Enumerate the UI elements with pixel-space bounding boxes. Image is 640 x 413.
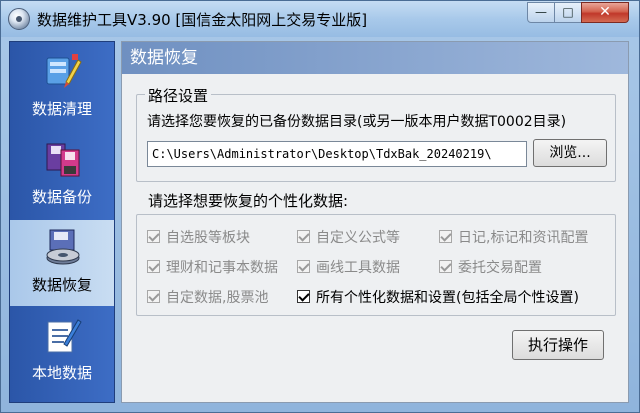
data-backup-icon — [46, 143, 80, 177]
path-hint-text: 请选择您要恢复的已备份数据目录(或另一版本用户数据T0002目录) — [147, 114, 567, 130]
option-all-personal-data[interactable]: 所有个性化数据和设置(包括全局个性设置) — [297, 287, 579, 307]
checkbox[interactable] — [147, 230, 160, 243]
window-title: 数据维护工具V3.90 [国信金太阳网上交易专业版] — [37, 11, 368, 29]
close-button[interactable]: ✕ — [581, 2, 629, 23]
sidebar-item-label: 本地数据 — [31, 364, 92, 382]
checkbox[interactable] — [297, 260, 310, 273]
local-data-icon — [47, 319, 82, 353]
option-trade-config[interactable]: 委托交易配置 — [439, 257, 542, 277]
execute-button[interactable]: 执行操作 — [512, 330, 604, 360]
checkbox[interactable] — [147, 290, 160, 303]
path-settings-group: 路径设置 请选择您要恢复的已备份数据目录(或另一版本用户数据T0002目录) C… — [136, 85, 616, 182]
backup-path-input[interactable]: C:\Users\Administrator\Desktop\TdxBak_20… — [147, 141, 527, 167]
data-clean-icon — [46, 54, 82, 88]
checkbox[interactable] — [147, 260, 160, 273]
option-drawing-tools[interactable]: 画线工具数据 — [297, 257, 400, 277]
sidebar-item-data-restore[interactable]: 数据恢复 — [10, 220, 114, 306]
sidebar-item-label: 数据恢复 — [31, 276, 92, 294]
title-bar[interactable]: 数据维护工具V3.90 [国信金太阳网上交易专业版] — □ ✕ — [1, 1, 639, 37]
option-custom-formula[interactable]: 自定义公式等 — [297, 227, 400, 247]
minimize-button[interactable]: — — [527, 2, 555, 23]
section-title: 数据恢复 — [122, 42, 628, 74]
data-restore-icon — [46, 229, 80, 265]
browse-button[interactable]: 浏览... — [533, 139, 607, 167]
personalized-data-label: 请选择想要恢复的个性化数据: — [148, 192, 349, 210]
option-watchlist-blocks[interactable]: 自选股等板块 — [147, 227, 250, 247]
checkbox[interactable] — [297, 230, 310, 243]
option-custom-data-pool[interactable]: 自定数据,股票池 — [147, 287, 268, 307]
main-panel: 数据恢复 路径设置 请选择您要恢复的已备份数据目录(或另一版本用户数据T0002… — [121, 41, 629, 403]
checkbox[interactable] — [439, 260, 452, 273]
sidebar-item-data-backup[interactable]: 数据备份 — [10, 132, 114, 218]
sidebar-item-label: 数据清理 — [31, 100, 92, 118]
sidebar: 数据清理 数据备份 数据恢复 本地数据 — [9, 41, 115, 403]
sidebar-item-local-data[interactable]: 本地数据 — [10, 308, 114, 394]
option-finance-notebook[interactable]: 理财和记事本数据 — [147, 257, 278, 277]
option-diary-marks-news[interactable]: 日记,标记和资讯配置 — [439, 227, 588, 247]
app-window: 数据维护工具V3.90 [国信金太阳网上交易专业版] — □ ✕ 数据清理 数据… — [0, 0, 640, 413]
sidebar-item-label: 数据备份 — [31, 188, 92, 206]
checkbox[interactable] — [439, 230, 452, 243]
personalized-options-group: 自选股等板块 自定义公式等 日记,标记和资讯配置 理财和记事本数据 画线工具数据… — [136, 214, 616, 316]
checkbox[interactable] — [297, 290, 310, 303]
maximize-button[interactable]: □ — [554, 2, 582, 23]
path-settings-legend: 路径设置 — [145, 85, 212, 106]
sidebar-item-data-clean[interactable]: 数据清理 — [10, 44, 114, 130]
app-disc-icon — [8, 8, 30, 30]
